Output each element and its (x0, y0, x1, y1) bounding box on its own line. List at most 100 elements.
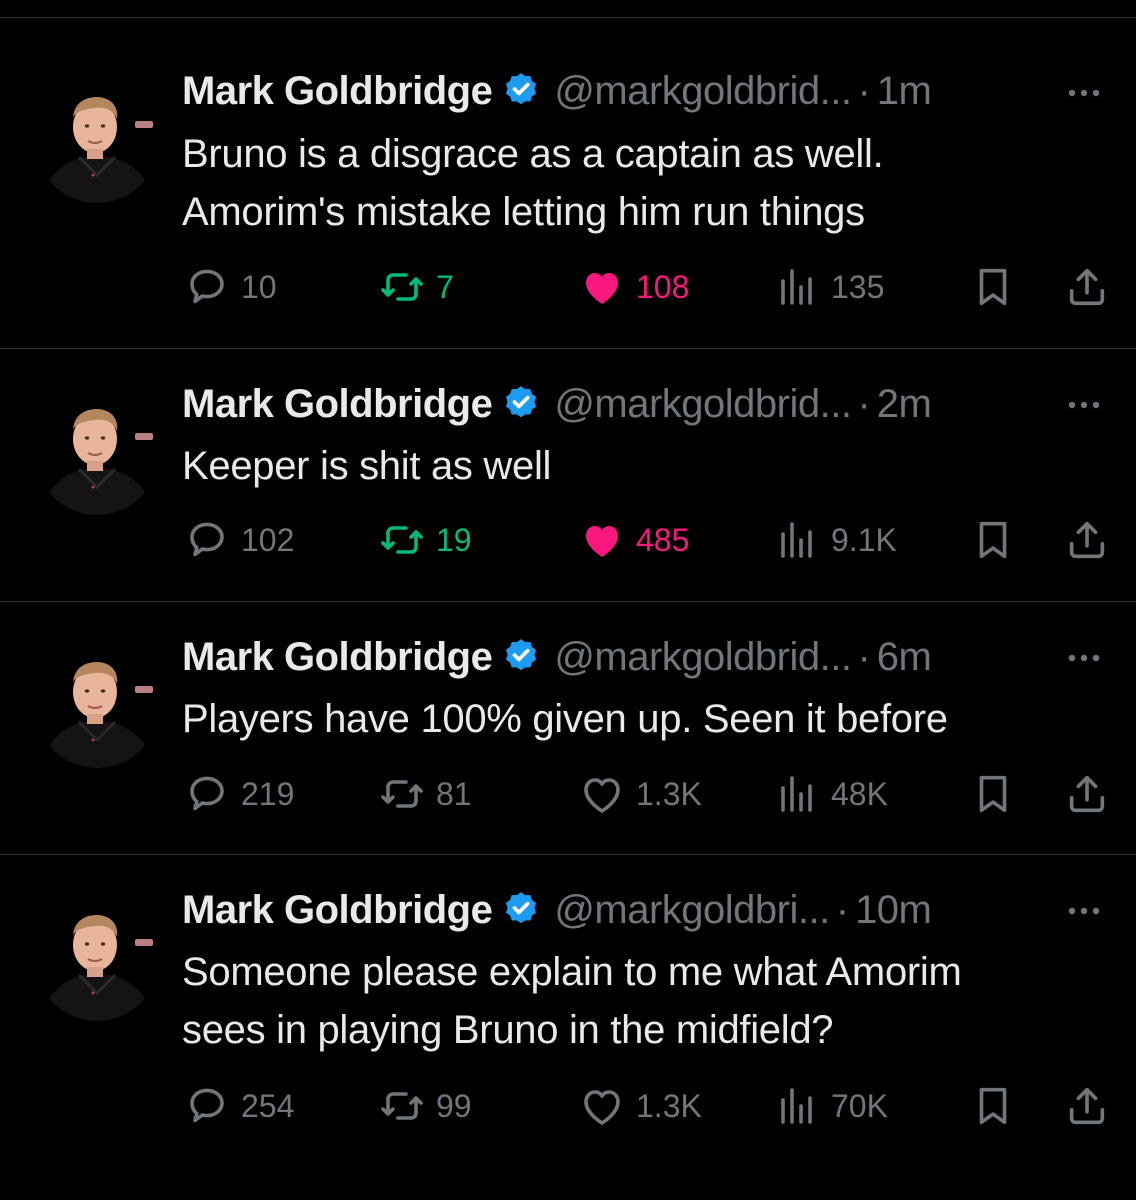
verified-badge-icon[interactable] (500, 70, 542, 112)
reply-icon (183, 263, 231, 311)
reply-button[interactable]: 254 (183, 1076, 294, 1136)
views-button[interactable]: 70K (773, 1076, 888, 1136)
separator-dot: · (857, 382, 871, 426)
user-handle[interactable]: @markgoldbrid... (554, 376, 852, 432)
tweet-header: Mark Goldbridge @markgoldbrid... · 6m (182, 629, 986, 685)
views-chart-icon (773, 770, 821, 818)
user-handle[interactable]: @markgoldbrid... (554, 629, 852, 685)
avatar[interactable] (35, 391, 159, 515)
share-button[interactable] (1064, 764, 1110, 824)
verified-badge-icon[interactable] (500, 636, 542, 678)
heart-icon (578, 770, 626, 818)
tweet[interactable]: Mark Goldbridge @markgoldbrid... · 1m Bruno … (0, 17, 1136, 349)
retweet-button[interactable]: 7 (378, 257, 454, 317)
reply-button[interactable]: 219 (183, 764, 294, 824)
share-button[interactable] (1064, 1076, 1110, 1136)
views-count: 9.1K (831, 521, 897, 558)
tweet-header: Mark Goldbridge @markgoldbri... · 10m (182, 882, 986, 938)
tweet-header: Mark Goldbridge @markgoldbrid... · 2m (182, 376, 986, 432)
reply-button[interactable]: 102 (183, 510, 294, 570)
avatar[interactable] (35, 644, 159, 768)
heart-icon (578, 1082, 626, 1130)
bookmark-icon (970, 771, 1016, 817)
share-icon (1064, 1083, 1110, 1129)
separator-dot: · (857, 635, 871, 679)
more-options-icon[interactable] (1058, 891, 1110, 931)
timestamp[interactable]: 2m (877, 376, 932, 432)
tweet-header: Mark Goldbridge @markgoldbrid... · 1m (182, 63, 986, 119)
reply-count: 102 (241, 521, 295, 558)
views-count: 48K (831, 775, 888, 812)
tweet-text: Bruno is a disgrace as a captain as well… (182, 125, 1102, 241)
verified-badge-icon[interactable] (500, 383, 542, 425)
share-button[interactable] (1064, 510, 1110, 570)
bookmark-button[interactable] (970, 764, 1016, 824)
heart-icon (578, 263, 626, 311)
action-bar: 219 81 1.3K 48K (0, 764, 1136, 824)
tweet[interactable]: Mark Goldbridge @markgoldbrid... · 2m Keeper… (0, 348, 1136, 602)
like-button[interactable]: 485 (578, 510, 689, 570)
share-icon (1064, 771, 1110, 817)
tweet[interactable]: Mark Goldbridge @markgoldbrid... · 6m Player… (0, 601, 1136, 855)
retweet-button[interactable]: 19 (378, 510, 472, 570)
more-options-icon[interactable] (1058, 73, 1110, 113)
share-button[interactable] (1064, 257, 1110, 317)
views-button[interactable]: 135 (773, 257, 884, 317)
more-options-icon[interactable] (1058, 385, 1110, 425)
display-name[interactable]: Mark Goldbridge (182, 63, 493, 119)
reply-button[interactable]: 10 (183, 257, 277, 317)
timestamp[interactable]: 10m (855, 882, 932, 938)
like-button[interactable]: 1.3K (578, 1076, 702, 1136)
bookmark-button[interactable] (970, 510, 1016, 570)
avatar[interactable] (35, 897, 159, 1021)
views-chart-icon (773, 516, 821, 564)
retweet-icon (378, 770, 426, 818)
like-count: 1.3K (636, 1087, 702, 1124)
action-bar: 254 99 1.3K 70K (0, 1076, 1136, 1136)
separator-dot: · (857, 69, 871, 113)
retweet-count: 19 (436, 521, 472, 558)
avatar[interactable] (35, 79, 159, 203)
tweet-text-line: Someone please explain to me what Amorim (182, 950, 962, 994)
timestamp[interactable]: 6m (877, 629, 932, 685)
tweet-text: Someone please explain to me what Amorim… (182, 943, 1102, 1059)
tweet-text: Players have 100% given up. Seen it befo… (182, 690, 1102, 748)
heart-icon (578, 516, 626, 564)
bookmark-button[interactable] (970, 1076, 1016, 1136)
reply-count: 254 (241, 1087, 295, 1124)
verified-badge-icon[interactable] (500, 889, 542, 931)
like-button[interactable]: 1.3K (578, 764, 702, 824)
retweet-count: 99 (436, 1087, 472, 1124)
views-button[interactable]: 9.1K (773, 510, 897, 570)
bookmark-icon (970, 1083, 1016, 1129)
action-bar: 102 19 485 9.1K (0, 510, 1136, 570)
user-handle[interactable]: @markgoldbri... (554, 882, 830, 938)
like-button[interactable]: 108 (578, 257, 689, 317)
timestamp[interactable]: 1m (877, 63, 932, 119)
display-name[interactable]: Mark Goldbridge (182, 882, 493, 938)
retweet-icon (378, 263, 426, 311)
retweet-count: 7 (436, 268, 454, 305)
tweet-text-line: Bruno is a disgrace as a captain as well… (182, 132, 884, 176)
retweet-icon (378, 1082, 426, 1130)
more-options-icon[interactable] (1058, 638, 1110, 678)
like-count: 1.3K (636, 775, 702, 812)
user-handle[interactable]: @markgoldbrid... (554, 63, 852, 119)
reply-count: 219 (241, 775, 295, 812)
tweet-text-line: sees in playing Bruno in the midfield? (182, 1008, 834, 1052)
retweet-button[interactable]: 99 (378, 1076, 472, 1136)
retweet-button[interactable]: 81 (378, 764, 472, 824)
reply-icon (183, 770, 231, 818)
tweet-text-line: Amorim's mistake letting him run things (182, 190, 865, 234)
bookmark-icon (970, 264, 1016, 310)
bookmark-button[interactable] (970, 257, 1016, 317)
share-icon (1064, 517, 1110, 563)
share-icon (1064, 264, 1110, 310)
tweet[interactable]: Mark Goldbridge @markgoldbri... · 10m Someon… (0, 854, 1136, 1200)
tweet-text: Keeper is shit as well (182, 437, 1102, 495)
retweet-icon (378, 516, 426, 564)
display-name[interactable]: Mark Goldbridge (182, 629, 493, 685)
views-button[interactable]: 48K (773, 764, 888, 824)
display-name[interactable]: Mark Goldbridge (182, 376, 493, 432)
like-count: 108 (636, 268, 690, 305)
